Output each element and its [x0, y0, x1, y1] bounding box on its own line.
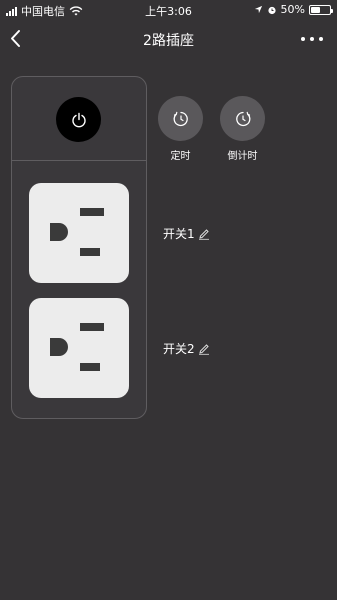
outlet-slot — [80, 248, 100, 256]
outlet-2[interactable] — [29, 298, 129, 398]
more-button[interactable] — [301, 30, 323, 48]
outlet-1[interactable] — [29, 183, 129, 283]
timer-icon — [173, 111, 188, 126]
outlet-slot — [80, 363, 100, 371]
location-icon — [254, 5, 262, 14]
pencil-icon[interactable] — [198, 228, 210, 240]
master-power-button[interactable] — [56, 97, 101, 142]
timer-label: 定时 — [170, 151, 191, 162]
switch-2-label: 开关2 — [163, 342, 195, 356]
outlet-slot — [80, 323, 104, 331]
battery-icon — [309, 4, 333, 15]
timer-circle — [158, 96, 203, 141]
power-strip-panel — [11, 76, 147, 419]
page-title: 2路插座 — [143, 33, 194, 49]
outlet-slot — [50, 338, 68, 356]
countdown-icon — [235, 111, 250, 126]
status-right: 50% — [254, 3, 333, 16]
battery-fill — [311, 6, 320, 13]
countdown-button[interactable]: 倒计时 — [220, 96, 265, 162]
master-switch-area — [12, 77, 146, 161]
pencil-icon[interactable] — [198, 343, 210, 355]
more-dots-icon — [301, 37, 305, 41]
battery-percent: 50% — [280, 3, 305, 16]
power-icon — [71, 112, 86, 127]
status-bar: 中国电信 上午3:06 50% — [0, 0, 337, 20]
nav-bar: 2路插座 — [0, 22, 337, 56]
outlet-slot — [80, 208, 104, 216]
countdown-label: 倒计时 — [227, 151, 258, 162]
switch-2-row[interactable]: 开关2 — [163, 340, 210, 357]
alarm-icon — [267, 6, 276, 14]
outlet-slot — [50, 223, 68, 241]
switch-1-row[interactable]: 开关1 — [163, 225, 210, 242]
timer-button[interactable]: 定时 — [158, 96, 203, 162]
countdown-circle — [220, 96, 265, 141]
switch-1-label: 开关1 — [163, 227, 195, 241]
